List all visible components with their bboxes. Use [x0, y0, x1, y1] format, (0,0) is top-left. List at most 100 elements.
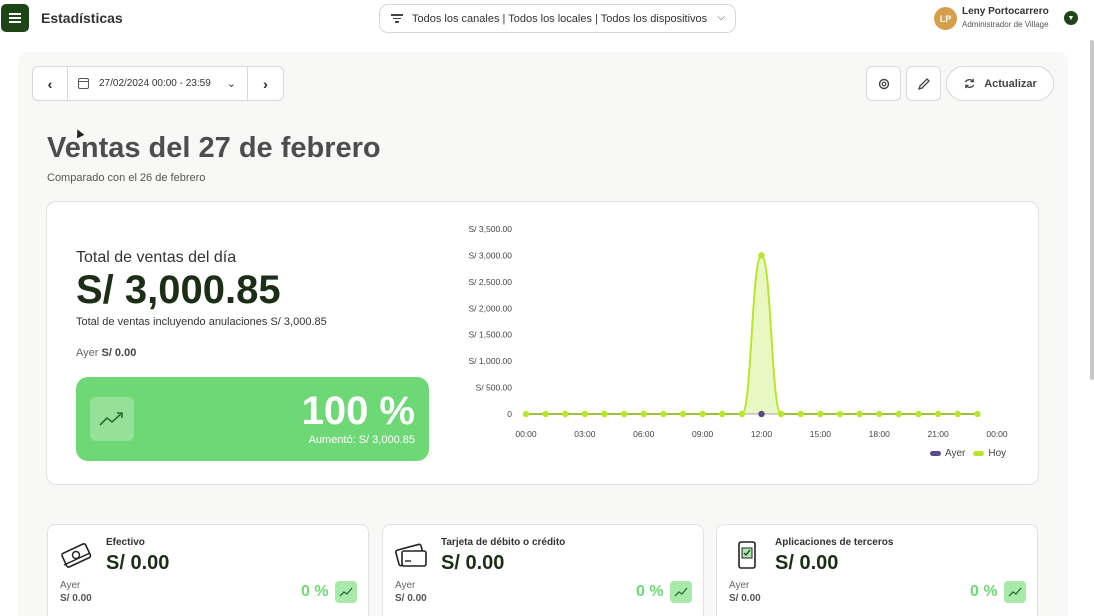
filter-icon	[390, 14, 404, 23]
series-ayer-point	[758, 410, 765, 418]
series-hoy-point	[679, 410, 687, 418]
trend-up-icon	[90, 397, 134, 441]
page-scrollbar[interactable]	[1090, 40, 1094, 380]
legend-item-ayer[interactable]: Ayer	[930, 448, 965, 459]
growth-percentage: 100 %	[301, 389, 415, 433]
payment-yesterday-label: Ayer	[395, 580, 416, 591]
yesterday-label: Ayer	[76, 347, 99, 359]
series-hoy-point	[738, 410, 746, 418]
y-tick-label: S/ 3,000.00	[469, 250, 513, 260]
chart-legend: Ayer Hoy	[930, 448, 1006, 459]
phone-app-icon	[738, 541, 756, 569]
hourly-sales-chart: 0 S/ 500.00 S/ 1,000.00 S/ 1,500.00 S/ 2,000…	[469, 224, 1008, 439]
y-tick-label: S/ 2,000.00	[469, 303, 513, 313]
series-hoy-point	[562, 410, 569, 418]
y-tick-label: 0	[507, 409, 512, 419]
x-tick-label: 03:00	[574, 429, 596, 439]
series-hoy-point	[581, 410, 589, 418]
cash-icon	[61, 543, 92, 568]
settings-button[interactable]	[866, 66, 901, 101]
trend-up-icon	[335, 581, 357, 603]
series-hoy-point	[719, 410, 726, 418]
series-hoy-point	[797, 410, 804, 418]
x-tick-label: 00:00	[986, 429, 1008, 439]
chevron-left-icon: ‹	[47, 75, 53, 92]
chevron-down-icon: ⌄	[226, 78, 236, 90]
legend-item-hoy[interactable]: Hoy	[973, 448, 1006, 459]
user-role: Administrador de Village	[962, 20, 1049, 29]
chevron-down-icon: ⌵	[717, 12, 725, 23]
total-sales-note: Total de ventas incluyendo anulaciones S…	[76, 316, 327, 328]
legend-swatch	[930, 451, 941, 456]
channel-filter-dropdown[interactable]: Todos los canales | Todos los locales | …	[379, 4, 736, 33]
series-hoy-point	[777, 410, 785, 418]
series-hoy-point	[915, 410, 922, 418]
y-tick-label: S/ 2,500.00	[469, 277, 513, 287]
yesterday-value: S/ 0.00	[101, 347, 137, 359]
total-sales-label: Total de ventas del día	[76, 249, 237, 266]
series-hoy-point	[954, 410, 961, 418]
series-hoy-point	[876, 410, 883, 418]
y-tick-label: S/ 1,000.00	[469, 356, 513, 366]
series-hoy-point	[620, 410, 628, 418]
app-title: Estadísticas	[41, 10, 123, 26]
legend-label: Ayer	[945, 448, 966, 459]
payment-name: Efectivo	[106, 537, 145, 548]
payment-yesterday-value: S/ 0.00	[729, 593, 761, 604]
payment-percentage: 0 %	[301, 583, 329, 600]
series-hoy-point	[522, 410, 530, 418]
x-tick-label: 18:00	[869, 429, 891, 439]
trend-up-icon	[670, 581, 692, 603]
total-sales-value: S/ 3,000.85	[76, 268, 281, 312]
x-tick-label: 09:00	[692, 429, 714, 439]
edit-button[interactable]	[906, 66, 941, 101]
menu-button[interactable]	[1, 4, 29, 32]
yesterday-total: Ayer S/ 0.00	[76, 347, 136, 359]
payment-card-cash: Efectivo S/ 0.00 Ayer S/ 0.00 0 %	[47, 524, 369, 616]
page-subtitle: Comparado con el 26 de febrero	[47, 172, 206, 184]
previous-day-button[interactable]: ‹	[33, 67, 68, 100]
payment-percentage: 0 %	[636, 583, 664, 600]
user-dropdown-icon[interactable]: ▼	[1064, 11, 1078, 25]
payment-yesterday-value: S/ 0.00	[395, 593, 427, 604]
payment-card-debit-credit: Tarjeta de débito o crédito S/ 0.00 Ayer…	[382, 524, 704, 616]
trend-up-icon	[1004, 581, 1026, 603]
series-hoy-point	[817, 410, 824, 418]
payment-value: S/ 0.00	[106, 552, 170, 574]
y-tick-label: S/ 500.00	[476, 383, 513, 393]
user-menu[interactable]: LP Leny Portocarrero Administrador de Vi…	[934, 6, 1094, 32]
filter-label: Todos los canales | Todos los locales | …	[412, 12, 708, 25]
payment-card-third-party-apps: Aplicaciones de terceros S/ 0.00 Ayer S/…	[716, 524, 1038, 616]
growth-banner: 100 % Aumentó: S/ 3,000.85	[76, 377, 429, 461]
date-range-label: 27/02/2024 00:00 - 23:59	[99, 78, 211, 89]
payment-yesterday-label: Ayer	[60, 580, 81, 591]
user-name: Leny Portocarrero	[962, 6, 1049, 17]
legend-swatch	[973, 451, 985, 456]
card-icon	[395, 543, 427, 567]
next-day-button[interactable]: ›	[248, 67, 283, 100]
payment-yesterday-value: S/ 0.00	[60, 593, 92, 604]
refresh-button[interactable]: Actualizar	[946, 66, 1054, 101]
series-hoy-point	[542, 410, 549, 418]
series-hoy-point	[895, 410, 903, 418]
series-hoy-point	[836, 410, 844, 418]
series-hoy-point	[856, 410, 863, 418]
y-tick-label: S/ 1,500.00	[469, 330, 513, 340]
x-tick-label: 21:00	[927, 429, 949, 439]
refresh-label: Actualizar	[984, 77, 1037, 90]
payment-name: Tarjeta de débito o crédito	[441, 537, 566, 548]
legend-label: Hoy	[988, 448, 1007, 459]
x-tick-label: 12:00	[751, 429, 773, 439]
series-hoy-point	[699, 410, 706, 418]
calendar-icon	[78, 78, 89, 89]
page-title: Ventas del 27 de febrero	[47, 132, 381, 164]
payment-percentage: 0 %	[970, 583, 998, 600]
x-tick-label: 15:00	[810, 429, 832, 439]
x-tick-label: 00:00	[515, 429, 537, 439]
series-hoy-point	[660, 410, 667, 418]
payment-yesterday-label: Ayer	[729, 580, 750, 591]
payment-name: Aplicaciones de terceros	[775, 537, 894, 548]
date-range-picker[interactable]: 27/02/2024 00:00 - 23:59 ⌄	[68, 67, 248, 100]
payment-value: S/ 0.00	[441, 552, 505, 574]
series-hoy-point	[934, 410, 942, 418]
